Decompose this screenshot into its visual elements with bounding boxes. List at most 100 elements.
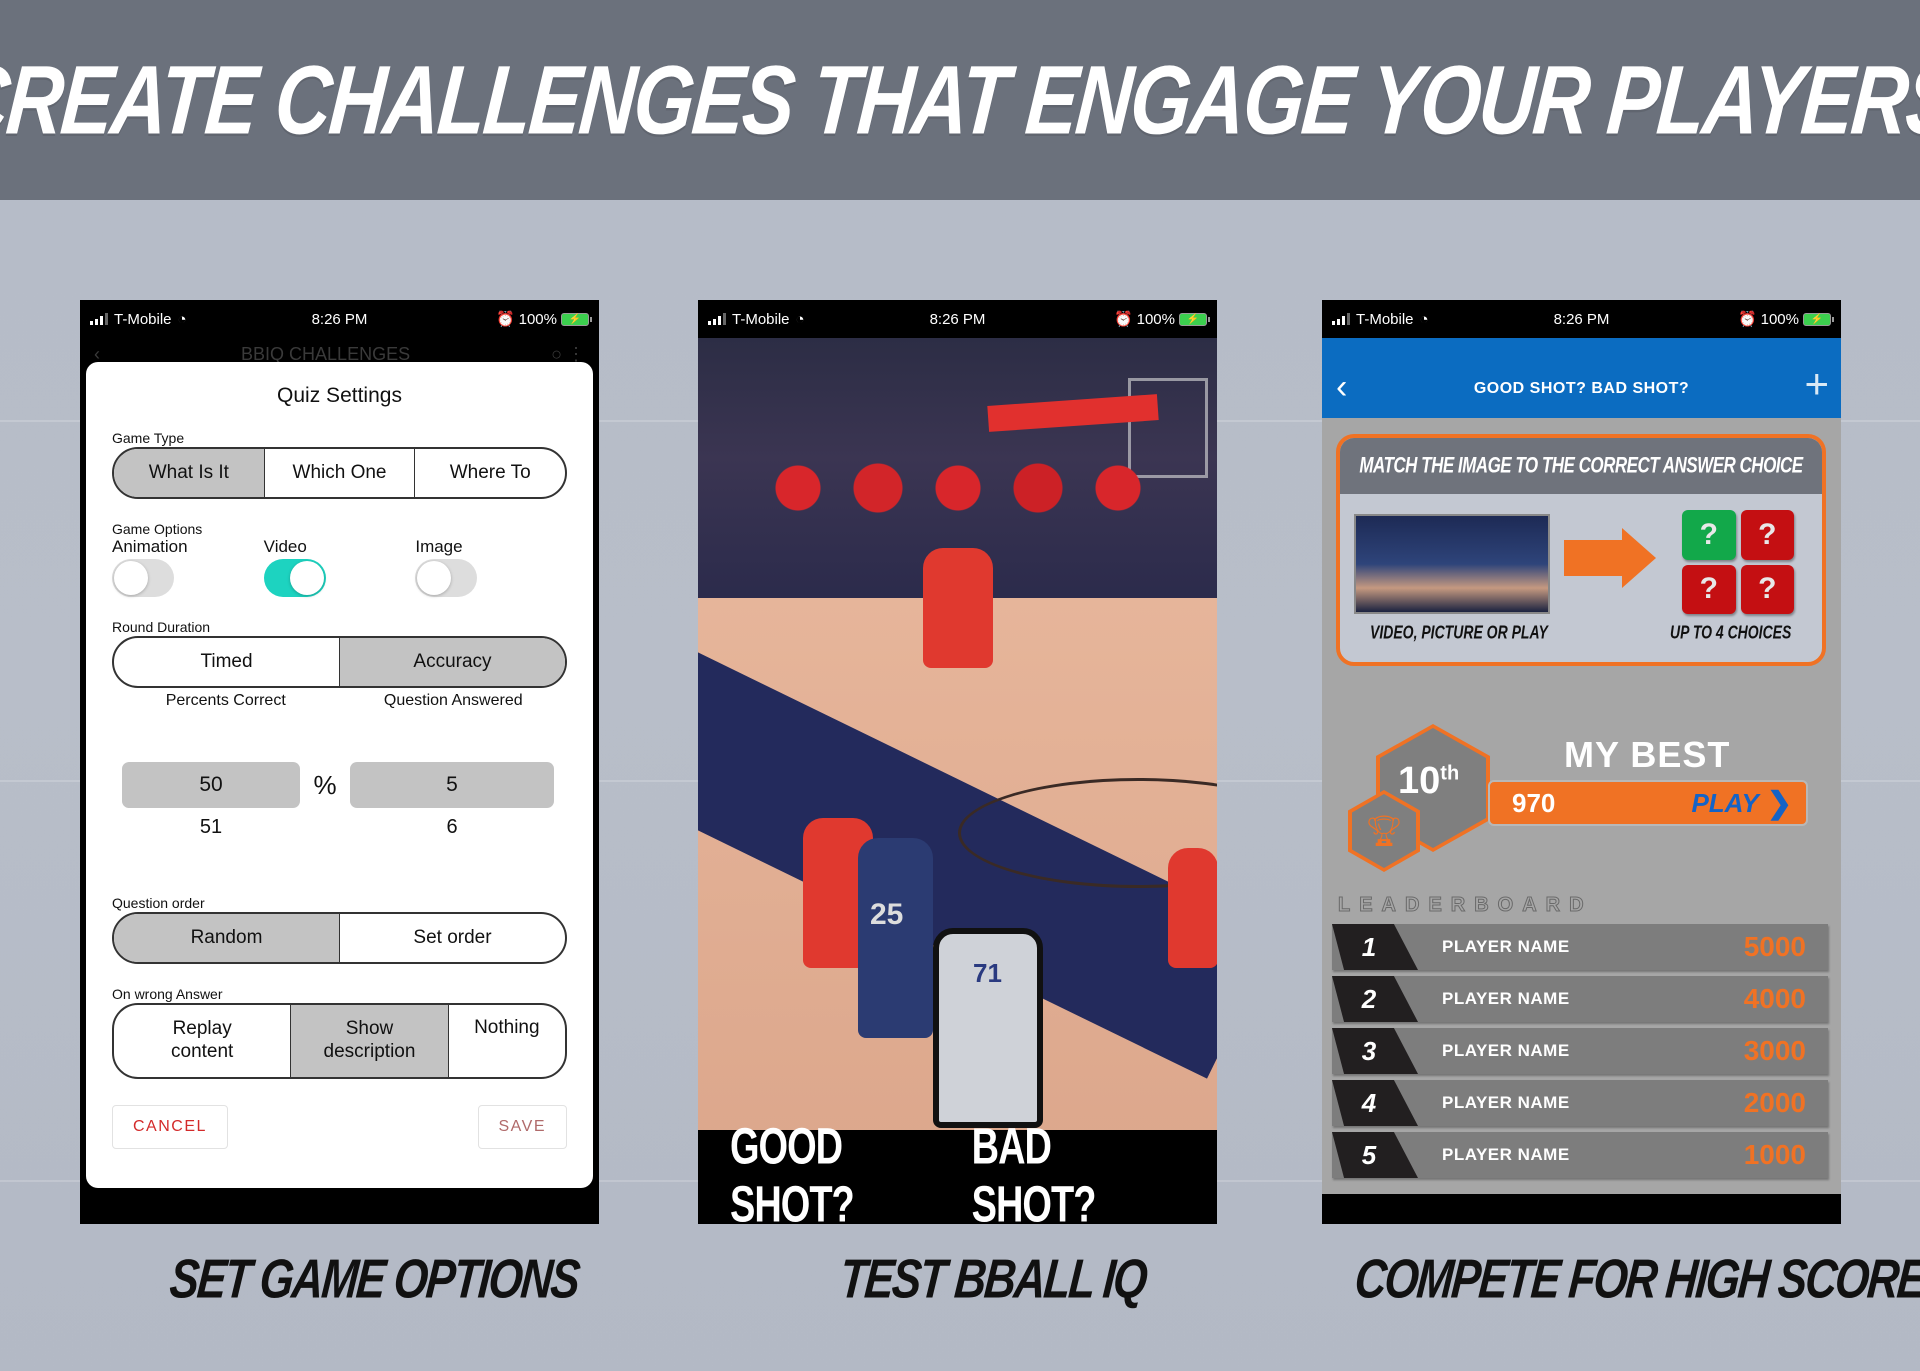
wifi-icon: ◔ bbox=[177, 310, 187, 328]
phone-quiz-settings: T-Mobile ◔ 8:26 PM ⏰ 100% ⚡ ‹ BBIQ CHALL… bbox=[80, 300, 599, 1224]
chevron-right-icon: ❯ bbox=[1766, 786, 1792, 820]
question-order-random[interactable]: Random bbox=[114, 914, 339, 962]
questions-picker-next[interactable]: 6 bbox=[350, 816, 554, 839]
signal-icon bbox=[1332, 313, 1350, 325]
carrier: T-Mobile bbox=[114, 310, 172, 328]
leaderboard-rank: 2 bbox=[1332, 976, 1418, 1022]
percent-picker[interactable]: 50 bbox=[122, 762, 300, 808]
leaderboard-rank: 3 bbox=[1332, 1028, 1418, 1074]
round-duration-timed[interactable]: Timed bbox=[114, 638, 339, 686]
my-best-score: 970 bbox=[1512, 787, 1556, 818]
on-wrong-answer-segmented: Replay content Show description Nothing bbox=[112, 1003, 567, 1079]
carrier: T-Mobile bbox=[1356, 310, 1414, 328]
caption-test-bball-iq: TEST BBALL IQ bbox=[837, 1248, 1149, 1310]
battery-percent: 100% bbox=[1760, 310, 1799, 328]
status-bar: T-Mobile ◔ 8:26 PM ⏰ 100% ⚡ bbox=[1322, 300, 1841, 338]
question-mark-icon: ? bbox=[1682, 510, 1736, 560]
on-wrong-nothing[interactable]: Nothing bbox=[447, 1005, 565, 1077]
alarm-icon: ⏰ bbox=[495, 311, 515, 328]
wifi-icon: ◔ bbox=[1419, 310, 1429, 328]
phone-leaderboard: T-Mobile ◔ 8:26 PM ⏰ 100% ⚡ ‹ GOOD SHOT?… bbox=[1322, 300, 1841, 1224]
basketball-video[interactable]: 25 71 bbox=[698, 338, 1217, 1130]
quiz-settings-dialog: Quiz Settings Game Type What Is It Which… bbox=[86, 362, 593, 1188]
phone-video-quiz: T-Mobile ◔ 8:26 PM ⏰ 100% ⚡ 25 71 GOOD S… bbox=[698, 300, 1217, 1224]
round-duration-accuracy[interactable]: Accuracy bbox=[339, 638, 565, 686]
percent-picker-next[interactable]: 51 bbox=[122, 816, 300, 839]
promo-left-caption: VIDEO, PICTURE OR PLAY bbox=[1370, 621, 1548, 643]
leaderboard-row[interactable]: 2 PLAYER NAME 4000 bbox=[1332, 976, 1828, 1022]
leaderboard-score: 5000 bbox=[1743, 931, 1806, 962]
on-wrong-answer-label: On wrong Answer bbox=[112, 986, 223, 1002]
question-mark-icon: ? bbox=[1682, 564, 1736, 614]
leaderboard-row[interactable]: 1 PLAYER NAME 5000 bbox=[1332, 924, 1828, 970]
game-type-which-one[interactable]: Which One bbox=[263, 449, 415, 497]
leaderboard-list: 1 PLAYER NAME 5000 2 PLAYER NAME 4000 3 … bbox=[1332, 924, 1828, 1184]
plus-icon[interactable]: + bbox=[1804, 363, 1829, 405]
cancel-button[interactable]: CANCEL bbox=[112, 1105, 228, 1149]
round-duration-segmented: Timed Accuracy bbox=[112, 636, 567, 688]
toggle-animation-label: Animation bbox=[112, 537, 188, 556]
leaderboard-player-name: PLAYER NAME bbox=[1442, 1041, 1570, 1060]
my-best-label: MY BEST bbox=[1564, 734, 1731, 775]
leaderboard-player-name: PLAYER NAME bbox=[1442, 1145, 1570, 1164]
leaderboard-score: 1000 bbox=[1743, 1139, 1806, 1170]
status-bar: T-Mobile ◔ 8:26 PM ⏰ 100% ⚡ bbox=[80, 300, 599, 338]
battery-icon: ⚡ bbox=[1179, 312, 1210, 326]
toggle-video-label: Video bbox=[263, 537, 307, 556]
battery-icon: ⚡ bbox=[561, 312, 592, 326]
game-options-toggles: Animation Video Image bbox=[112, 537, 567, 597]
leaderboard-score: 4000 bbox=[1743, 983, 1806, 1014]
dialog-title: Quiz Settings bbox=[277, 384, 402, 407]
bad-shot-answer[interactable]: BAD SHOT? bbox=[972, 1119, 1181, 1224]
question-mark-icon: ? bbox=[1740, 510, 1794, 560]
leaderboard-rank: 4 bbox=[1332, 1080, 1418, 1126]
headline: CREATE CHALLENGES THAT ENGAGE YOUR PLAYE… bbox=[0, 44, 1920, 155]
promo-card: MATCH THE IMAGE TO THE CORRECT ANSWER CH… bbox=[1336, 434, 1826, 666]
status-time: 8:26 PM bbox=[311, 310, 368, 328]
challenge-body: MATCH THE IMAGE TO THE CORRECT ANSWER CH… bbox=[1322, 418, 1841, 1194]
alarm-icon: ⏰ bbox=[1113, 311, 1133, 328]
promo-right-caption: UP TO 4 CHOICES bbox=[1670, 621, 1792, 643]
shooter-player bbox=[858, 838, 933, 1038]
on-wrong-replay-content[interactable]: Replay content bbox=[114, 1005, 290, 1077]
toggle-video[interactable] bbox=[263, 559, 326, 597]
leaderboard-rank: 1 bbox=[1332, 924, 1418, 970]
percents-correct-label: Percents Correct bbox=[165, 692, 286, 709]
play-button[interactable]: 970 PLAY ❯ bbox=[1488, 780, 1808, 826]
jersey-number: 25 bbox=[870, 898, 904, 931]
game-type-segmented: What Is It Which One Where To bbox=[112, 447, 567, 499]
question-order-label: Question order bbox=[112, 895, 205, 911]
game-type-what-is-it[interactable]: What Is It bbox=[114, 449, 264, 497]
toggle-animation[interactable] bbox=[112, 559, 174, 597]
arrow-icon-head bbox=[1622, 528, 1656, 588]
questions-picker[interactable]: 5 bbox=[350, 762, 554, 808]
game-type-label: Game Type bbox=[112, 430, 185, 446]
defender-player bbox=[1168, 848, 1217, 968]
play-label: PLAY bbox=[1691, 787, 1759, 818]
toggle-image[interactable] bbox=[415, 559, 478, 597]
status-time: 8:26 PM bbox=[929, 310, 986, 328]
leaderboard-title: LEADERBOARD bbox=[1338, 894, 1593, 917]
defender-player bbox=[923, 548, 993, 668]
caption-set-game-options: SET GAME OPTIONS bbox=[167, 1248, 581, 1310]
status-time: 8:26 PM bbox=[1553, 310, 1610, 328]
round-duration-label: Round Duration bbox=[112, 619, 211, 635]
percent-symbol: % bbox=[313, 769, 337, 800]
leaderboard-row[interactable]: 5 PLAYER NAME 1000 bbox=[1332, 1132, 1828, 1178]
battery-percent: 100% bbox=[518, 310, 557, 328]
leaderboard-row[interactable]: 3 PLAYER NAME 3000 bbox=[1332, 1028, 1828, 1074]
leaderboard-player-name: PLAYER NAME bbox=[1442, 937, 1570, 956]
signal-icon bbox=[90, 313, 108, 325]
back-icon[interactable]: ‹ bbox=[1336, 370, 1347, 404]
leaderboard-row[interactable]: 4 PLAYER NAME 2000 bbox=[1332, 1080, 1828, 1126]
app-header: ‹ GOOD SHOT? BAD SHOT? + bbox=[1322, 338, 1841, 418]
bench-players bbox=[758, 448, 1158, 528]
header-band: CREATE CHALLENGES THAT ENGAGE YOUR PLAYE… bbox=[0, 0, 1920, 200]
good-shot-answer[interactable]: GOOD SHOT? bbox=[730, 1119, 972, 1224]
question-order-set-order[interactable]: Set order bbox=[339, 914, 565, 962]
rank-value: 10th bbox=[1398, 760, 1460, 802]
game-type-where-to[interactable]: Where To bbox=[414, 449, 565, 497]
on-wrong-show-description[interactable]: Show description bbox=[290, 1005, 448, 1077]
question-answered-label: Question Answered bbox=[383, 692, 523, 709]
save-button[interactable]: SAVE bbox=[477, 1105, 567, 1149]
